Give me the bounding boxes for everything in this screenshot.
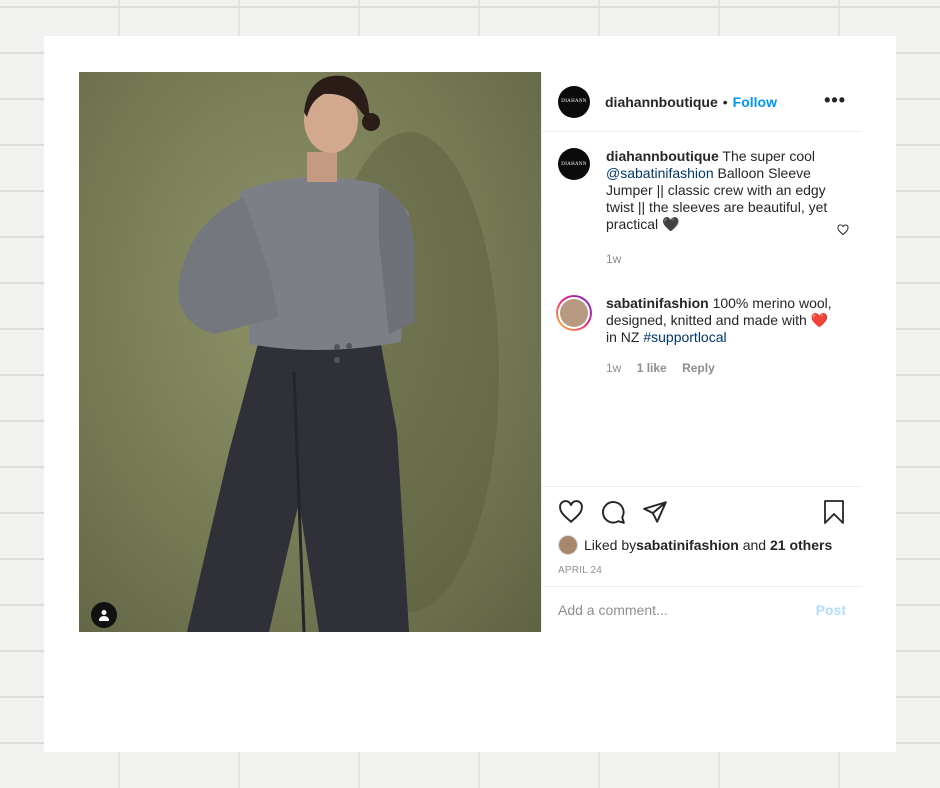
likes-and: and xyxy=(738,537,770,553)
bookmark-icon[interactable] xyxy=(822,499,846,525)
username-link[interactable]: diahannboutique xyxy=(605,94,718,110)
post-date[interactable]: APRIL 24 xyxy=(558,565,602,576)
hashtag-link[interactable]: #supportlocal xyxy=(643,329,726,345)
avatar-logo-text: DIAHANN xyxy=(561,161,587,167)
post-photo[interactable] xyxy=(79,72,541,632)
comment-input[interactable]: Add a comment... xyxy=(558,602,816,618)
comment-time[interactable]: 1w xyxy=(606,361,621,375)
follow-button[interactable]: Follow xyxy=(733,94,777,110)
reply-button[interactable]: Reply xyxy=(682,361,715,375)
model-illustration xyxy=(178,75,499,632)
likes-prefix: Liked by xyxy=(584,537,637,553)
separator: • xyxy=(722,93,728,110)
liker-username[interactable]: sabatinifashion xyxy=(636,537,739,553)
add-comment-bar: Add a comment... Post xyxy=(542,586,862,632)
heart-emoji: ❤️ xyxy=(810,312,829,328)
post-sidebar: DIAHANN diahannboutique • Follow ••• DIA… xyxy=(541,72,862,632)
caption: DIAHANN diahannboutique The super cool @… xyxy=(542,148,862,268)
likes-others[interactable]: 21 others xyxy=(770,537,832,553)
share-icon[interactable] xyxy=(642,499,668,525)
comment-item: sabatinifashion 100% merino wool, design… xyxy=(542,295,862,377)
comment-likes[interactable]: 1 like xyxy=(637,361,667,375)
mention-link[interactable]: @sabatinifashion xyxy=(606,165,714,181)
post-button[interactable]: Post xyxy=(816,602,846,618)
action-bar: Liked by sabatinifashion and 21 others A… xyxy=(542,486,862,586)
comment-username[interactable]: sabatinifashion xyxy=(606,295,709,311)
caption-text-start: The super cool xyxy=(722,148,816,164)
comment-list: DIAHANN diahannboutique The super cool @… xyxy=(542,148,862,377)
likes-summary: Liked by sabatinifashion and 21 others xyxy=(558,535,832,555)
avatar-logo-text: DIAHANN xyxy=(561,99,587,104)
heart-icon[interactable] xyxy=(558,499,584,525)
avatar[interactable]: DIAHANN xyxy=(558,85,590,118)
comment-icon[interactable] xyxy=(600,499,626,525)
avatar[interactable]: DIAHANN xyxy=(558,148,590,180)
comment-text-middle: in NZ xyxy=(606,329,644,345)
caption-username[interactable]: diahannboutique xyxy=(606,148,719,164)
post-header: DIAHANN diahannboutique • Follow ••• xyxy=(542,72,862,132)
more-icon[interactable]: ••• xyxy=(824,90,846,111)
user-tag-icon[interactable] xyxy=(91,602,117,628)
comment-like-icon[interactable] xyxy=(837,224,849,236)
liker-avatar[interactable] xyxy=(558,535,578,555)
avatar[interactable] xyxy=(556,295,592,331)
caption-time[interactable]: 1w xyxy=(606,252,621,266)
